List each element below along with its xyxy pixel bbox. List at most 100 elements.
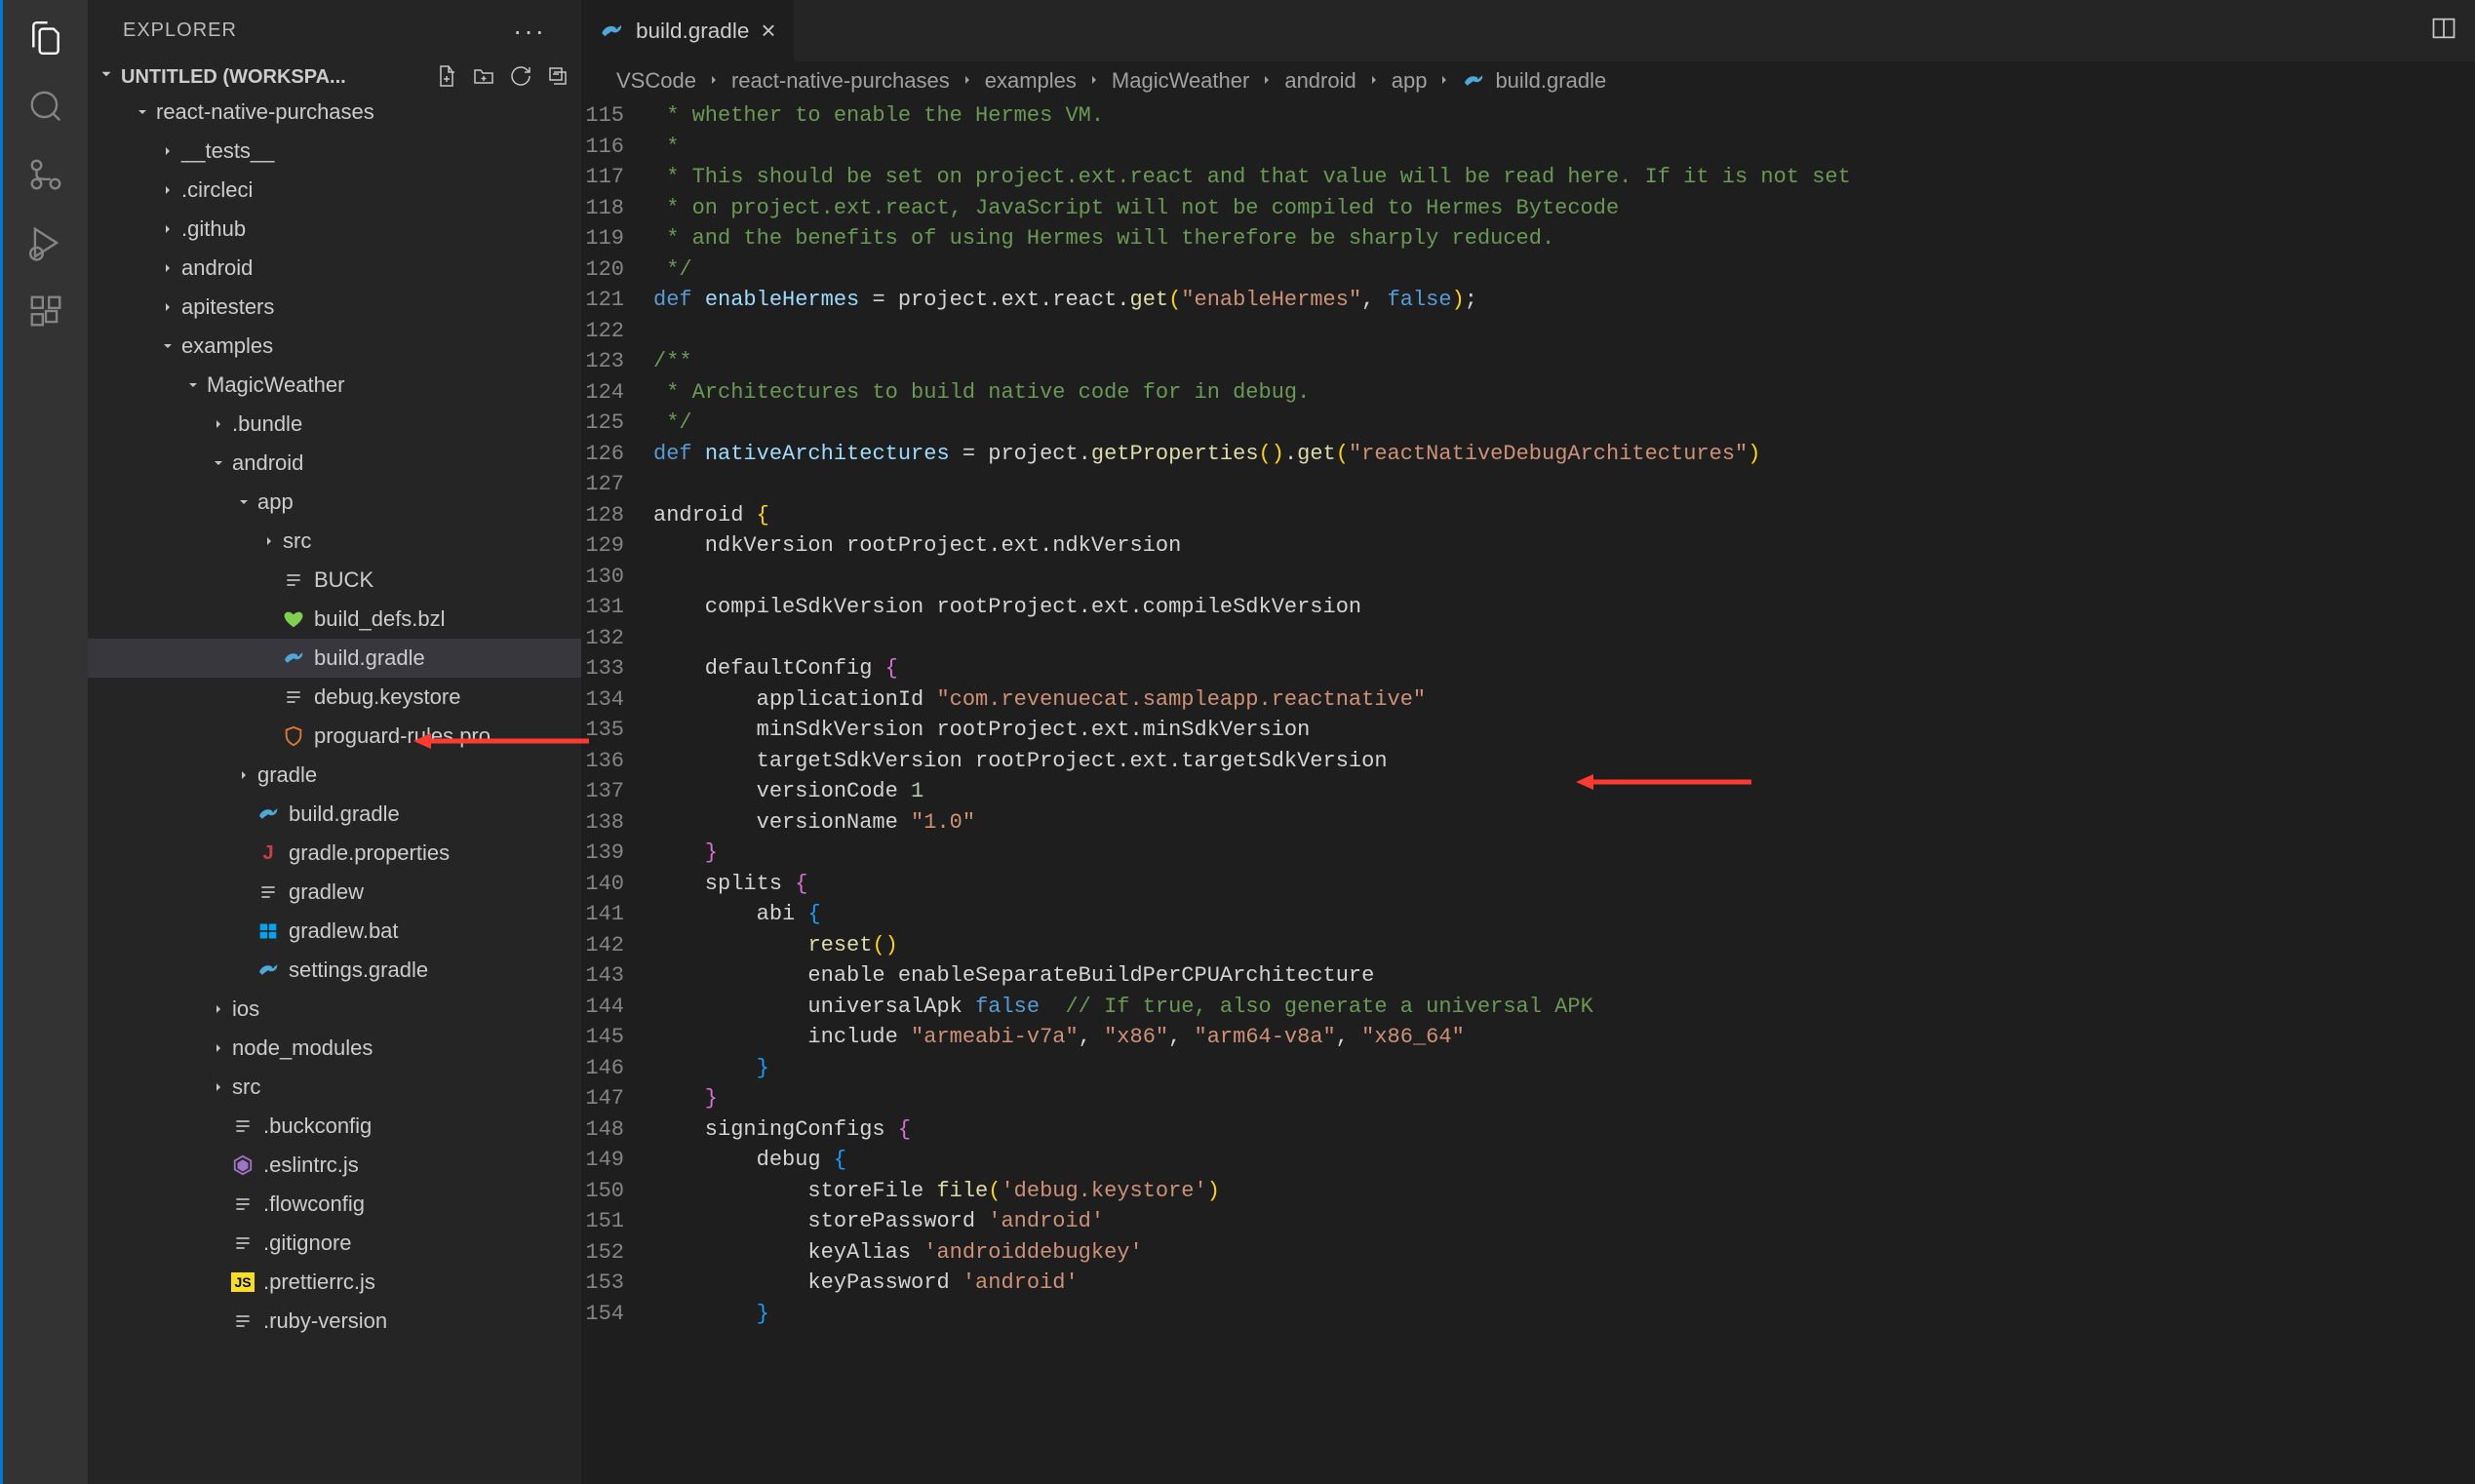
crumb[interactable]: build.gradle bbox=[1495, 68, 1606, 94]
tree-folder[interactable]: android bbox=[88, 249, 581, 288]
code-line[interactable] bbox=[653, 623, 2475, 654]
editor[interactable]: 1151161171181191201211221231241251261271… bbox=[581, 100, 2475, 1484]
tree-folder[interactable]: apitesters bbox=[88, 288, 581, 327]
tree-file[interactable]: Jgradle.properties bbox=[88, 834, 581, 873]
code-line[interactable]: */ bbox=[653, 254, 2475, 286]
code-line[interactable]: targetSdkVersion rootProject.ext.targetS… bbox=[653, 746, 2475, 777]
tree-file[interactable]: JS.prettierrc.js bbox=[88, 1263, 581, 1302]
tree-file[interactable]: .eslintrc.js bbox=[88, 1146, 581, 1185]
explorer-icon[interactable] bbox=[25, 18, 66, 59]
search-icon[interactable] bbox=[25, 86, 66, 127]
tree-file[interactable]: .ruby-version bbox=[88, 1302, 581, 1341]
crumb[interactable]: examples bbox=[985, 68, 1077, 94]
tree-file[interactable]: debug.keystore bbox=[88, 678, 581, 717]
tree-file[interactable]: .gitignore bbox=[88, 1224, 581, 1263]
tab-build-gradle[interactable]: build.gradle × bbox=[581, 0, 795, 61]
code-line[interactable]: debug { bbox=[653, 1145, 2475, 1176]
file-icon bbox=[281, 684, 306, 710]
close-icon[interactable]: × bbox=[761, 16, 775, 46]
tree-folder[interactable]: MagicWeather bbox=[88, 366, 581, 405]
tree-label: src bbox=[283, 528, 311, 554]
code-line[interactable]: storeFile file('debug.keystore') bbox=[653, 1176, 2475, 1207]
code-line[interactable]: */ bbox=[653, 408, 2475, 439]
code-line[interactable]: storePassword 'android' bbox=[653, 1206, 2475, 1237]
code-line[interactable]: * bbox=[653, 132, 2475, 163]
new-folder-icon[interactable] bbox=[472, 64, 497, 90]
tree-folder[interactable]: src bbox=[88, 522, 581, 561]
tree-folder[interactable]: examples bbox=[88, 327, 581, 366]
code-line[interactable]: * and the benefits of using Hermes will … bbox=[653, 223, 2475, 254]
debug-icon[interactable] bbox=[25, 222, 66, 263]
sidebar-more-icon[interactable]: ··· bbox=[513, 16, 546, 47]
crumb[interactable]: android bbox=[1284, 68, 1355, 94]
code-line[interactable]: def enableHermes = project.ext.react.get… bbox=[653, 285, 2475, 316]
code-line[interactable]: android { bbox=[653, 500, 2475, 531]
new-file-icon[interactable] bbox=[435, 64, 460, 90]
split-editor-icon[interactable] bbox=[2430, 15, 2457, 48]
tree-label: node_modules bbox=[232, 1035, 373, 1061]
source-control-icon[interactable] bbox=[25, 154, 66, 195]
code-line[interactable]: include "armeabi-v7a", "x86", "arm64-v8a… bbox=[653, 1022, 2475, 1053]
tree-file[interactable]: gradlew bbox=[88, 873, 581, 912]
sidebar-title: EXPLORER bbox=[123, 20, 237, 42]
tree-folder[interactable]: gradle bbox=[88, 756, 581, 795]
tree-folder[interactable]: react-native-purchases bbox=[88, 93, 581, 132]
extensions-icon[interactable] bbox=[25, 291, 66, 332]
code-line[interactable]: splits { bbox=[653, 869, 2475, 900]
code-line[interactable]: compileSdkVersion rootProject.ext.compil… bbox=[653, 592, 2475, 623]
code-line[interactable]: reset() bbox=[653, 930, 2475, 961]
code-line[interactable]: signingConfigs { bbox=[653, 1114, 2475, 1146]
code-line[interactable]: * This should be set on project.ext.reac… bbox=[653, 162, 2475, 193]
crumb[interactable]: app bbox=[1392, 68, 1428, 94]
code-line[interactable]: versionCode 1 bbox=[653, 776, 2475, 807]
code-line[interactable]: versionName "1.0" bbox=[653, 807, 2475, 839]
code-line[interactable]: minSdkVersion rootProject.ext.minSdkVers… bbox=[653, 715, 2475, 746]
crumb[interactable]: react-native-purchases bbox=[731, 68, 950, 94]
tree-file[interactable]: BUCK bbox=[88, 561, 581, 600]
code-line[interactable]: def nativeArchitectures = project.getPro… bbox=[653, 439, 2475, 470]
code-line[interactable]: keyPassword 'android' bbox=[653, 1268, 2475, 1299]
tree-folder[interactable]: .github bbox=[88, 210, 581, 249]
tree-label: .prettierrc.js bbox=[263, 1269, 375, 1295]
refresh-icon[interactable] bbox=[509, 64, 534, 90]
tree-folder[interactable]: .bundle bbox=[88, 405, 581, 444]
code-line[interactable]: } bbox=[653, 1053, 2475, 1084]
collapse-icon[interactable] bbox=[546, 64, 571, 90]
tree-file[interactable]: build.gradle bbox=[88, 639, 581, 678]
code-line[interactable]: * whether to enable the Hermes VM. bbox=[653, 100, 2475, 132]
code-line[interactable]: } bbox=[653, 1299, 2475, 1330]
crumb[interactable]: VSCode bbox=[616, 68, 696, 94]
code-line[interactable]: keyAlias 'androiddebugkey' bbox=[653, 1237, 2475, 1269]
workspace-header[interactable]: UNTITLED (WORKSPA... bbox=[88, 61, 581, 93]
tree-file[interactable]: .buckconfig bbox=[88, 1107, 581, 1146]
tree-folder[interactable]: .circleci bbox=[88, 171, 581, 210]
tree-folder[interactable]: __tests__ bbox=[88, 132, 581, 171]
code-line[interactable]: * Architectures to build native code for… bbox=[653, 377, 2475, 409]
tree-folder[interactable]: node_modules bbox=[88, 1029, 581, 1068]
code-line[interactable]: } bbox=[653, 838, 2475, 869]
code-line[interactable]: universalApk false // If true, also gene… bbox=[653, 992, 2475, 1023]
code-line[interactable] bbox=[653, 316, 2475, 347]
code-line[interactable]: /** bbox=[653, 346, 2475, 377]
tree-file[interactable]: build.gradle bbox=[88, 795, 581, 834]
code-line[interactable]: } bbox=[653, 1083, 2475, 1114]
tree-folder[interactable]: ios bbox=[88, 990, 581, 1029]
code-line[interactable]: defaultConfig { bbox=[653, 653, 2475, 684]
tree-file[interactable]: settings.gradle bbox=[88, 951, 581, 990]
tree-file[interactable]: build_defs.bzl bbox=[88, 600, 581, 639]
code-line[interactable]: abi { bbox=[653, 899, 2475, 930]
code-area[interactable]: * whether to enable the Hermes VM. * * T… bbox=[653, 100, 2475, 1484]
tree-file[interactable]: .flowconfig bbox=[88, 1185, 581, 1224]
code-line[interactable]: enable enableSeparateBuildPerCPUArchitec… bbox=[653, 960, 2475, 992]
tree-folder[interactable]: src bbox=[88, 1068, 581, 1107]
tree-folder[interactable]: app bbox=[88, 483, 581, 522]
code-line[interactable]: ndkVersion rootProject.ext.ndkVersion bbox=[653, 530, 2475, 562]
code-line[interactable]: * on project.ext.react, JavaScript will … bbox=[653, 193, 2475, 224]
code-line[interactable]: applicationId "com.revenuecat.sampleapp.… bbox=[653, 684, 2475, 716]
crumb[interactable]: MagicWeather bbox=[1112, 68, 1249, 94]
tree-folder[interactable]: android bbox=[88, 444, 581, 483]
code-line[interactable] bbox=[653, 562, 2475, 593]
breadcrumb[interactable]: VSCode react-native-purchases examples Magi… bbox=[581, 61, 2475, 100]
code-line[interactable] bbox=[653, 469, 2475, 500]
tree-file[interactable]: gradlew.bat bbox=[88, 912, 581, 951]
